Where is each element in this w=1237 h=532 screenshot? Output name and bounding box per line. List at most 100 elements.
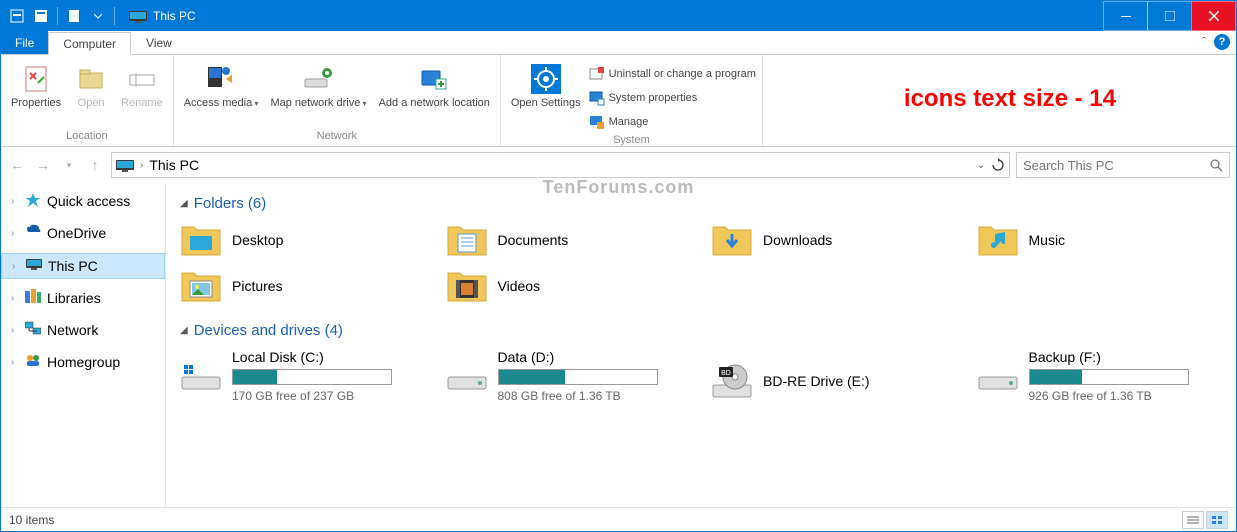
network-icon	[25, 321, 43, 339]
annotation-text: icons text size - 14	[904, 85, 1116, 113]
expand-icon[interactable]: ›	[11, 196, 21, 207]
ribbon-group-system: Open Settings Uninstall or change a prog…	[501, 55, 763, 146]
expand-icon[interactable]: ›	[11, 325, 21, 336]
navigation-row: ← → ▾ ↑ › This PC ⌄	[1, 147, 1236, 183]
ribbon-group-location: Properties Open Rename Location	[1, 55, 174, 146]
view-icons-button[interactable]	[1206, 511, 1228, 529]
group-label-system: System	[507, 133, 756, 148]
expand-icon[interactable]: ›	[11, 357, 21, 368]
quick-access-icon	[25, 192, 43, 210]
pictures-icon	[180, 268, 222, 304]
documents-icon	[446, 222, 488, 258]
qat-properties-icon[interactable]	[30, 5, 52, 27]
drive-free-text: 170 GB free of 237 GB	[232, 389, 426, 403]
titlebar: This PC	[1, 1, 1236, 31]
breadcrumb-sep[interactable]: ›	[140, 160, 143, 171]
folder-documents[interactable]: Documents	[446, 222, 692, 258]
refresh-icon[interactable]	[991, 158, 1005, 172]
system-properties-button[interactable]: System properties	[589, 87, 756, 109]
expand-icon[interactable]: ›	[11, 293, 21, 304]
drive-name: BD-RE Drive (E:)	[763, 373, 870, 389]
status-bar: 10 items	[1, 507, 1236, 531]
drive-free-text: 926 GB free of 1.36 TB	[1029, 389, 1223, 403]
ribbon: Properties Open Rename Location Access m…	[1, 55, 1236, 147]
tab-file[interactable]: File	[1, 31, 48, 54]
drives-grid: Local Disk (C:) 170 GB free of 237 GB Da…	[180, 349, 1222, 403]
qat-dropdown-icon[interactable]	[87, 5, 109, 27]
qat-icon-back[interactable]	[6, 5, 28, 27]
sidebar-item-this-pc[interactable]: › This PC	[1, 253, 165, 279]
address-icon	[116, 156, 134, 174]
main-body: › Quick access › OneDrive › This PC › Li…	[1, 183, 1236, 507]
folder-music[interactable]: Music	[977, 222, 1223, 258]
minimize-button[interactable]	[1103, 1, 1148, 31]
desktop-icon	[180, 222, 222, 258]
map-network-drive-button[interactable]: Map network drive ▾	[266, 61, 370, 112]
collapse-icon[interactable]: ◢	[180, 325, 188, 336]
expand-icon[interactable]: ›	[11, 228, 21, 239]
nav-forward-button[interactable]: →	[33, 157, 53, 173]
properties-button[interactable]: Properties	[7, 61, 65, 112]
drive-usage-bar	[498, 369, 658, 385]
drive-backup-f[interactable]: Backup (F:) 926 GB free of 1.36 TB	[977, 349, 1223, 403]
expand-icon[interactable]: ›	[12, 261, 22, 272]
address-bar[interactable]: › This PC ⌄	[111, 152, 1010, 178]
svg-text:BD: BD	[721, 370, 731, 377]
search-box[interactable]	[1016, 152, 1230, 178]
drive-usage-bar	[1029, 369, 1189, 385]
ribbon-tabs: File Computer View ˆ ?	[1, 31, 1236, 55]
view-details-button[interactable]	[1182, 511, 1204, 529]
folder-desktop[interactable]: Desktop	[180, 222, 426, 258]
sidebar-item-homegroup[interactable]: › Homegroup	[1, 350, 165, 374]
folder-pictures[interactable]: Pictures	[180, 268, 426, 304]
open-settings-button[interactable]: Open Settings	[507, 61, 585, 112]
tab-view[interactable]: View	[131, 31, 187, 54]
drive-icon	[977, 363, 1019, 399]
qat-new-icon[interactable]	[63, 5, 85, 27]
drive-usage-bar	[232, 369, 392, 385]
address-dropdown-icon[interactable]: ⌄	[977, 160, 985, 171]
status-item-count: 10 items	[9, 513, 54, 527]
drive-free-text: 808 GB free of 1.36 TB	[498, 389, 692, 403]
group-label-location: Location	[7, 129, 167, 144]
nav-recent-dropdown[interactable]: ▾	[59, 160, 79, 171]
close-button[interactable]	[1191, 1, 1236, 31]
help-icon[interactable]: ?	[1214, 34, 1230, 50]
content-pane: ◢ Folders (6) Desktop Documents Download…	[166, 183, 1236, 507]
add-network-location-button[interactable]: Add a network location	[375, 61, 494, 112]
sidebar-item-libraries[interactable]: › Libraries	[1, 286, 165, 310]
sidebar-item-quick-access[interactable]: › Quick access	[1, 189, 165, 213]
search-icon[interactable]	[1209, 158, 1223, 172]
manage-button[interactable]: Manage	[589, 111, 756, 133]
drive-data-d[interactable]: Data (D:) 808 GB free of 1.36 TB	[446, 349, 692, 403]
collapse-icon[interactable]: ◢	[180, 198, 188, 209]
onedrive-icon	[25, 224, 43, 242]
nav-back-button[interactable]: ←	[7, 157, 27, 173]
ribbon-group-network: Access media ▾ Map network drive ▾ Add a…	[174, 55, 501, 146]
rename-button[interactable]: Rename	[117, 61, 167, 112]
folder-videos[interactable]: Videos	[446, 268, 692, 304]
window-icon	[129, 7, 147, 25]
navigation-pane: › Quick access › OneDrive › This PC › Li…	[1, 183, 166, 507]
window-title: This PC	[153, 9, 196, 23]
downloads-icon	[711, 222, 753, 258]
drive-bdre-e[interactable]: BD BD-RE Drive (E:)	[711, 359, 957, 403]
optical-drive-icon: BD	[711, 363, 753, 399]
drive-icon	[180, 363, 222, 399]
folder-downloads[interactable]: Downloads	[711, 222, 957, 258]
nav-up-button[interactable]: ↑	[85, 157, 105, 173]
maximize-button[interactable]	[1147, 1, 1192, 31]
drive-local-c[interactable]: Local Disk (C:) 170 GB free of 237 GB	[180, 349, 426, 403]
sidebar-item-onedrive[interactable]: › OneDrive	[1, 221, 165, 245]
homegroup-icon	[25, 353, 43, 371]
folders-section-header[interactable]: ◢ Folders (6)	[180, 195, 1222, 212]
address-path[interactable]: This PC	[149, 157, 976, 173]
drives-section-header[interactable]: ◢ Devices and drives (4)	[180, 322, 1222, 339]
open-button[interactable]: Open	[69, 61, 113, 112]
uninstall-program-button[interactable]: Uninstall or change a program	[589, 63, 756, 85]
sidebar-item-network[interactable]: › Network	[1, 318, 165, 342]
ribbon-collapse-icon[interactable]: ˆ	[1202, 36, 1206, 48]
search-input[interactable]	[1023, 158, 1209, 173]
tab-computer[interactable]: Computer	[48, 32, 131, 55]
access-media-button[interactable]: Access media ▾	[180, 61, 263, 112]
